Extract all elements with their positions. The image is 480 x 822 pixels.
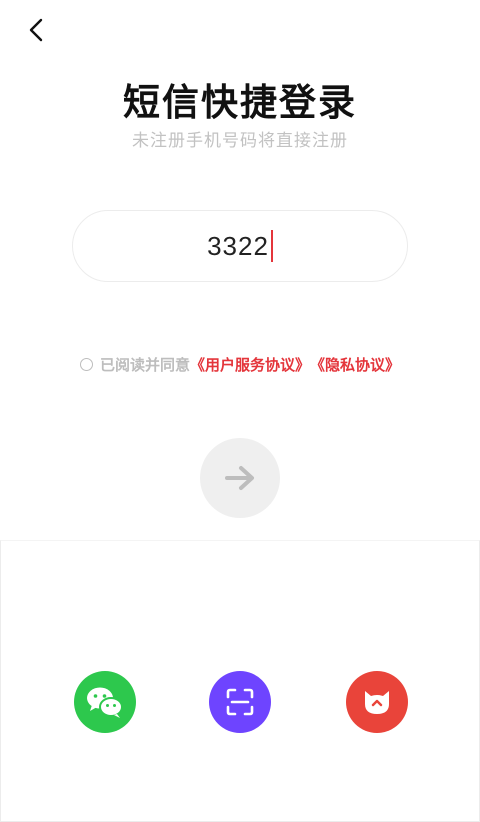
- agreement-checkbox[interactable]: [79, 358, 93, 371]
- chevron-left-icon: [29, 18, 43, 42]
- agreement-prefix: 已阅读并同意: [99, 356, 190, 374]
- phone-input[interactable]: 3322: [72, 210, 408, 282]
- phone-input-value: 3322: [207, 230, 269, 261]
- back-button[interactable]: [18, 12, 54, 48]
- wechat-icon: [87, 687, 123, 718]
- scan-login-button[interactable]: [209, 671, 271, 733]
- cat-icon: [365, 691, 389, 714]
- cat-login-button[interactable]: [346, 671, 408, 733]
- privacy-policy-link[interactable]: 《隐私协议》: [310, 354, 400, 375]
- submit-button[interactable]: [200, 438, 280, 518]
- page-subtitle: 未注册手机号码将直接注册: [132, 131, 348, 151]
- page-title: 短信快捷登录: [123, 81, 357, 124]
- user-agreement-link[interactable]: 《用户服务协议》: [190, 354, 310, 375]
- scan-icon: [226, 688, 254, 716]
- text-caret: [270, 230, 273, 262]
- arrow-right-icon: [225, 466, 254, 490]
- agreement-row: 已阅读并同意 《用户服务协议》 《隐私协议》: [0, 354, 480, 375]
- wechat-login-button[interactable]: [74, 671, 136, 733]
